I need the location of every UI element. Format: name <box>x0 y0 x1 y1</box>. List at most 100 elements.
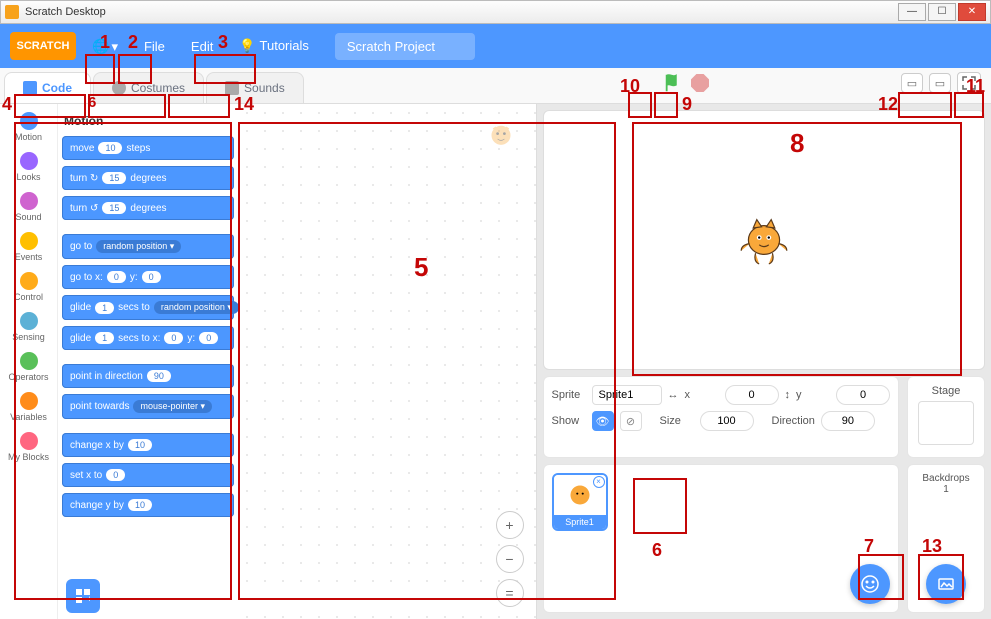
file-menu[interactable]: File <box>134 33 175 60</box>
stage[interactable] <box>543 110 986 370</box>
right-column: Sprite ↔ x ↕ y Show 👁 ⊘ Size Direction <box>537 104 991 619</box>
sprite-direction-label: Direction <box>772 415 815 427</box>
sound-icon <box>225 81 239 95</box>
add-backdrop-button[interactable] <box>926 564 966 604</box>
window-minimize-button[interactable]: — <box>898 3 926 21</box>
block-goto-random[interactable]: go torandom position ▾ <box>62 234 234 259</box>
block-goto-xy[interactable]: go to x:0y:0 <box>62 265 234 289</box>
category-label: Variables <box>10 412 47 422</box>
globe-icon <box>92 39 111 54</box>
stage-large-button[interactable]: ▭ <box>929 73 951 93</box>
tab-code-label: Code <box>42 81 72 95</box>
sprite-show-label: Show <box>552 415 586 427</box>
main-area: Motion Looks Sound Events Control Sensin… <box>0 104 991 619</box>
add-sprite-button[interactable] <box>850 564 890 604</box>
language-menu[interactable]: ▾ <box>82 32 128 61</box>
window-maximize-button[interactable]: ☐ <box>928 3 956 21</box>
sprite-on-stage[interactable] <box>734 210 794 270</box>
block-glide-random[interactable]: glide1secs torandom position ▾ <box>62 295 234 320</box>
scratch-logo[interactable]: SCRATCH <box>10 32 76 60</box>
bulb-icon <box>239 38 259 53</box>
sprite-x-label: x <box>685 389 719 401</box>
sprite-direction-input[interactable] <box>821 411 875 431</box>
delete-sprite-icon[interactable]: × <box>593 476 605 488</box>
window-close-button[interactable]: ✕ <box>958 3 986 21</box>
backdrop-panel: Backdrops 1 <box>907 464 985 613</box>
window-title: Scratch Desktop <box>25 6 106 18</box>
block-point-towards[interactable]: point towardsmouse-pointer ▾ <box>62 394 234 419</box>
code-icon <box>23 81 37 95</box>
block-turn-cw[interactable]: turn ↻15degrees <box>62 166 234 190</box>
svg-text:+: + <box>87 594 92 604</box>
app-icon <box>5 5 19 19</box>
sprite-size-label: Size <box>660 415 694 427</box>
tutorials-label: Tutorials <box>260 38 309 53</box>
menubar: SCRATCH ▾ File Edit Tutorials <box>0 24 991 68</box>
show-visible-button[interactable]: 👁 <box>592 411 614 431</box>
backdrops-count: 1 <box>916 484 976 495</box>
costume-icon <box>112 81 126 95</box>
sprite-info-panel: Sprite ↔ x ↕ y Show 👁 ⊘ Size Direction <box>543 376 900 458</box>
block-change-x[interactable]: change x by10 <box>62 433 234 457</box>
category-label: Control <box>14 292 43 302</box>
category-label: Sensing <box>12 332 45 342</box>
tabs-row: Code Costumes Sounds ▭ ▭ <box>0 68 991 104</box>
project-title-input[interactable] <box>335 33 475 60</box>
category-label: Looks <box>16 172 40 182</box>
sprite-tile-label: Sprite1 <box>554 515 606 529</box>
zoom-reset-button[interactable]: = <box>496 579 524 607</box>
sprite-name-label: Sprite <box>552 389 586 401</box>
scripts-workspace[interactable]: + − = <box>238 104 536 619</box>
tab-sounds-label: Sounds <box>244 81 285 95</box>
window-titlebar: Scratch Desktop — ☐ ✕ <box>0 0 991 24</box>
stage-panel: Stage <box>907 376 985 458</box>
category-label: Operators <box>8 372 48 382</box>
fullscreen-button[interactable] <box>957 72 981 94</box>
tutorials-button[interactable]: Tutorials <box>229 32 319 60</box>
block-turn-ccw[interactable]: turn ↺15degrees <box>62 196 234 220</box>
category-looks[interactable]: Looks <box>4 148 54 186</box>
block-change-y[interactable]: change y by10 <box>62 493 234 517</box>
show-hidden-button[interactable]: ⊘ <box>620 411 642 431</box>
category-motion[interactable]: Motion <box>4 108 54 146</box>
category-variables[interactable]: Variables <box>4 388 54 426</box>
sprite-size-input[interactable] <box>700 411 754 431</box>
green-flag-button[interactable] <box>663 72 685 94</box>
category-label: Sound <box>15 212 41 222</box>
edit-menu[interactable]: Edit <box>181 33 223 60</box>
tab-costumes-label: Costumes <box>131 81 185 95</box>
tab-code[interactable]: Code <box>4 72 91 103</box>
sprite-list: × Sprite1 <box>543 464 900 613</box>
sprite-x-input[interactable] <box>725 385 779 405</box>
sprite-y-label: y <box>796 389 830 401</box>
category-operators[interactable]: Operators <box>4 348 54 386</box>
sprite-tile[interactable]: × Sprite1 <box>552 473 608 531</box>
category-events[interactable]: Events <box>4 228 54 266</box>
backdrops-label: Backdrops <box>916 473 976 484</box>
category-control[interactable]: Control <box>4 268 54 306</box>
left-column: Motion Looks Sound Events Control Sensin… <box>0 104 537 619</box>
tab-costumes[interactable]: Costumes <box>93 72 204 103</box>
stage-thumbnail[interactable] <box>918 401 974 445</box>
blocks-category-title: Motion <box>64 114 234 128</box>
zoom-out-button[interactable]: − <box>496 545 524 573</box>
blocks-palette: Motion move10steps turn ↻15degrees turn … <box>58 104 238 619</box>
category-label: Events <box>15 252 43 262</box>
zoom-in-button[interactable]: + <box>496 511 524 539</box>
block-set-x[interactable]: set x to0 <box>62 463 234 487</box>
category-sound[interactable]: Sound <box>4 188 54 226</box>
sprite-y-input[interactable] <box>836 385 890 405</box>
stop-button[interactable] <box>691 74 709 92</box>
category-label: My Blocks <box>8 452 49 462</box>
tab-sounds[interactable]: Sounds <box>206 72 304 103</box>
sprite-name-input[interactable] <box>592 385 662 405</box>
block-glide-xy[interactable]: glide1secs to x:0y:0 <box>62 326 234 350</box>
stage-panel-title: Stage <box>916 385 976 397</box>
stage-small-button[interactable]: ▭ <box>901 73 923 93</box>
block-point-direction[interactable]: point in direction90 <box>62 364 234 388</box>
category-myblocks[interactable]: My Blocks <box>4 428 54 466</box>
add-extension-button[interactable]: + <box>66 579 100 613</box>
block-move-steps[interactable]: move10steps <box>62 136 234 160</box>
category-label: Motion <box>15 132 42 142</box>
category-sensing[interactable]: Sensing <box>4 308 54 346</box>
